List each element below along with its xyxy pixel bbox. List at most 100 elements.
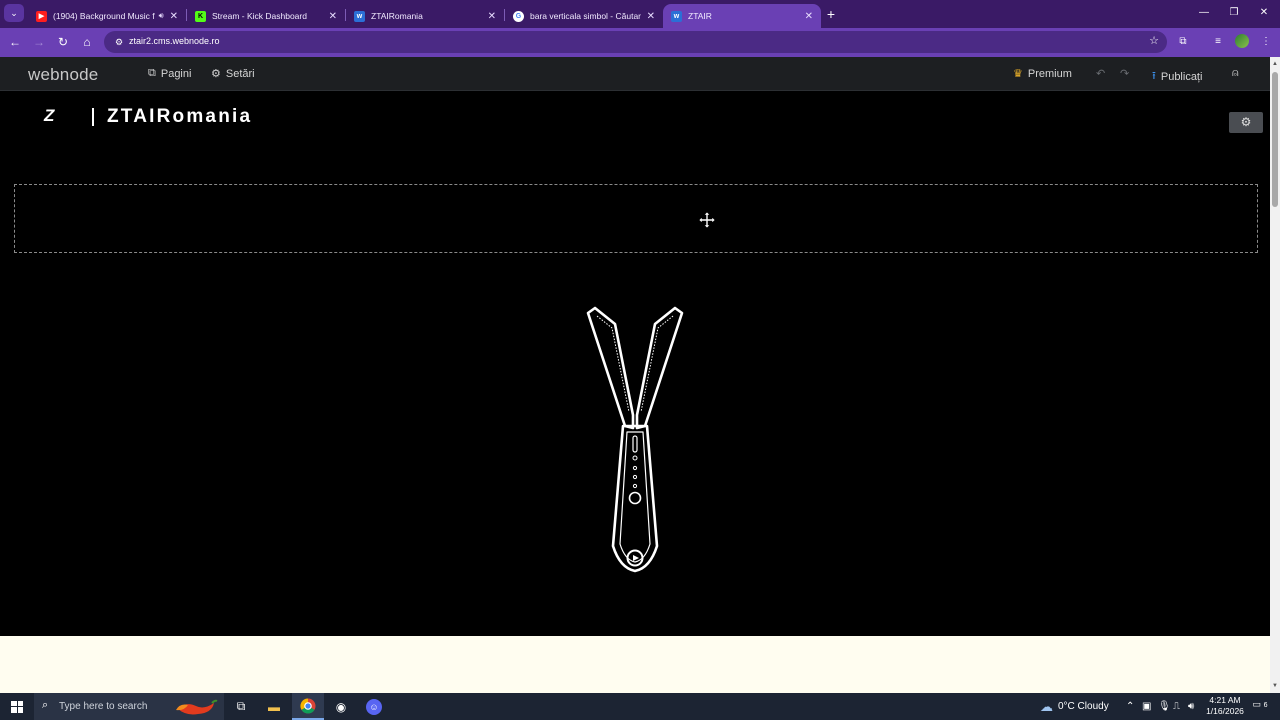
site-title[interactable]: ZTAIRomania [107,106,252,128]
pages-label: Pagini [160,67,192,80]
extensions-icon[interactable]: ⧉ [1175,34,1191,50]
tab-google-search[interactable]: G bara verticala simbol - Căutare ✕ [505,4,663,28]
webnode-icon: w [354,10,365,22]
taskbar-search[interactable]: ⌕ Type here to search [34,693,224,720]
tray-app-icon[interactable]: ▣ [1142,693,1151,720]
account-button[interactable]: ⍝ [1232,67,1239,80]
notification-count: 6 [1263,702,1268,709]
task-view-button[interactable]: ⧉ [225,693,257,720]
scroll-down-icon[interactable]: ▼ [1270,681,1280,691]
hair-straightener-image[interactable] [575,306,695,578]
address-bar[interactable]: ⚙︎ ztair2.cms.webnode.ro ☆ [104,31,1167,53]
tab-title: bara verticala simbol - Căutare [530,11,641,21]
chevron-up-icon: ⌃ [1126,701,1135,712]
settings-button[interactable]: ⚙ Setări [211,67,255,81]
task-view-icon: ⧉ [236,699,246,713]
reload-icon: ↻ [57,35,69,49]
tab-title: ZTAIR [688,11,712,21]
chrome-button[interactable] [292,693,324,720]
cloud-icon: ☁ [1040,698,1053,714]
windows-icon [11,700,23,713]
chili-pepper-icon [176,699,218,715]
clock-date: 1/16/2026 [1206,706,1244,716]
notification-icon: ▭ [1252,699,1262,709]
close-icon[interactable]: ✕ [170,11,178,22]
search-placeholder: Type here to search [59,701,148,712]
premium-label: Premium [1027,67,1072,80]
tab-title: ZTAIRomania [371,11,423,21]
close-icon[interactable]: ✕ [805,11,813,22]
screen: ⌄ ▶ (1904) Background Music f 🔊︎ ✕ K Str… [0,0,1280,720]
tab-youtube[interactable]: ▶ (1904) Background Music f 🔊︎ ✕ [28,4,186,28]
scroll-thumb[interactable] [1272,72,1278,207]
more-menu-icon[interactable]: ⋮ [1258,34,1274,50]
show-hidden-icons[interactable]: ⌃ [1126,693,1134,720]
obs-button[interactable]: ◉ [325,693,357,720]
file-explorer-button[interactable]: ▬ [258,693,290,720]
gear-icon: ⚙ [1240,115,1252,129]
microphone-icon[interactable]: 🎙︎ [1158,693,1171,720]
volume-icon[interactable]: 🔊︎ [1188,693,1194,720]
tab-ztair[interactable]: w ZTAIR ✕ [663,4,821,28]
taskbar-clock[interactable]: 4:21 AM 1/16/2026 [1200,695,1250,717]
site-info-icon[interactable]: ⚙︎ [112,35,126,49]
arrow-right-icon: → [33,35,45,49]
tab-kick[interactable]: K Stream - Kick Dashboard ✕ [187,4,345,28]
chrome-icon [300,697,316,714]
close-window-button[interactable]: ✕ [1249,4,1279,22]
close-icon[interactable]: ✕ [647,11,655,22]
obs-icon: ◉ [335,699,347,714]
start-button[interactable] [0,693,34,720]
crown-icon: ♛ [1013,68,1023,80]
tab-search-button[interactable]: ⌄ [4,4,24,22]
back-button[interactable]: ← [6,33,24,51]
profile-avatar[interactable] [1235,34,1249,48]
next-section[interactable] [0,636,1270,693]
tab-title: Stream - Kick Dashboard [212,11,307,21]
close-icon[interactable]: ✕ [488,11,496,22]
minimize-button[interactable]: — [1189,4,1219,22]
browser-tab-strip: ⌄ ▶ (1904) Background Music f 🔊︎ ✕ K Str… [0,0,1280,28]
tab-title: (1904) Background Music f [53,11,155,21]
youtube-icon: ▶ [36,10,47,22]
webnode-icon: w [671,10,682,22]
premium-button[interactable]: ♛ Premium [1013,67,1072,81]
home-icon: ⌂ [83,35,91,49]
empty-block-dropzone[interactable] [14,184,1258,253]
webnode-logo[interactable]: webnode [28,65,98,85]
undo-icon: ↶ [1096,68,1106,80]
speaker-icon[interactable]: 🔊︎ [159,11,164,21]
search-icon: ⌕ [42,699,49,711]
home-button[interactable]: ⌂ [78,33,96,51]
restore-button[interactable]: ❐ [1219,4,1249,22]
network-icon[interactable]: ⎍ [1173,693,1180,720]
pages-button[interactable]: ⧉ Pagini [148,67,191,80]
redo-button[interactable]: ↷ [1120,67,1129,80]
weather-text: 0°C Cloudy [1058,701,1109,712]
weather-widget[interactable]: ☁ 0°C Cloudy [1040,693,1109,720]
gear-icon: ⚙ [211,68,221,80]
site-canvas: Z ZTAIRomania ⚙ [0,91,1270,636]
discord-button[interactable]: ☺ [358,693,390,720]
tab-ztairomania[interactable]: w ZTAIRomania ✕ [346,4,504,28]
move-cursor-icon [699,212,715,228]
notification-center-button[interactable]: ▭ 6 [1252,699,1268,713]
header-settings-button[interactable]: ⚙ [1229,112,1263,133]
close-icon[interactable]: ✕ [329,11,337,22]
reload-button[interactable]: ↻ [54,33,72,51]
site-logo[interactable]: Z [44,106,54,126]
google-icon: G [513,10,524,22]
publish-button[interactable]: ⭱ Publicați [1152,67,1202,86]
page-scrollbar[interactable]: ▲ ▼ [1270,57,1280,693]
scroll-up-icon[interactable]: ▲ [1270,59,1280,69]
undo-button[interactable]: ↶ [1096,67,1105,80]
bookmark-star-icon[interactable]: ☆ [1149,34,1159,47]
media-control-icon[interactable]: ≡ [1210,34,1226,50]
upload-icon: ⭱ [1152,70,1156,82]
forward-button[interactable]: → [30,33,48,51]
pages-icon: ⧉ [148,67,156,79]
windows-taskbar: ⌕ Type here to search ⧉ ▬ ◉ ☺ ☁ 0°C Clou… [0,693,1280,720]
new-tab-button[interactable]: + [822,5,840,23]
close-icon: ✕ [1259,7,1269,18]
url-text[interactable]: ztair2.cms.webnode.ro [129,36,220,46]
